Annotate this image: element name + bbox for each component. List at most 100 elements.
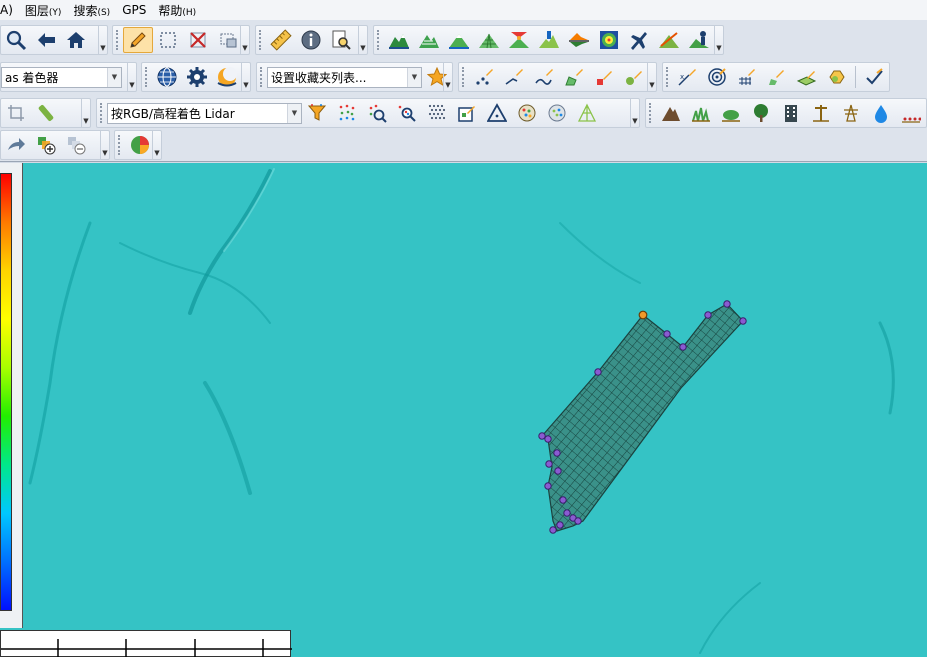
- shape-button[interactable]: [822, 64, 852, 90]
- funnel-filter-button[interactable]: [302, 100, 332, 126]
- toolbar-grip[interactable]: [100, 103, 104, 123]
- select-rectangle-icon: [160, 32, 176, 48]
- terrain-path-button[interactable]: [654, 27, 684, 53]
- home-button[interactable]: [61, 27, 91, 53]
- shader-select[interactable]: as 着色器 ▼: [1, 66, 122, 88]
- toolbar-overflow[interactable]: ▼: [240, 26, 249, 54]
- chevron-down-icon[interactable]: ▼: [287, 103, 301, 123]
- toolbar-overflow[interactable]: ▼: [241, 63, 250, 91]
- map-pencil-button[interactable]: [792, 64, 822, 90]
- active-vertex-handle[interactable]: [638, 310, 648, 320]
- toolbar-grip[interactable]: [666, 67, 669, 87]
- view-shed-button[interactable]: [504, 27, 534, 53]
- menu-item-file[interactable]: A): [0, 3, 19, 17]
- toolbar-grip[interactable]: [118, 135, 122, 155]
- menu-item-layer[interactable]: 图层(Y): [19, 2, 68, 19]
- slice-button[interactable]: [31, 100, 61, 126]
- tin-button[interactable]: [572, 100, 602, 126]
- digitize-edit-button[interactable]: [589, 64, 619, 90]
- check-button[interactable]: [859, 64, 889, 90]
- terrain-person-button[interactable]: [684, 27, 714, 53]
- measure-ruler-icon: [270, 29, 292, 51]
- chevron-down-icon[interactable]: ▼: [107, 67, 121, 87]
- toolbar-overflow[interactable]: ▼: [98, 26, 107, 54]
- chevron-down-icon[interactable]: ▼: [407, 67, 421, 87]
- toolbar-overflow[interactable]: ▼: [630, 99, 639, 127]
- toolbar-overflow[interactable]: ▼: [100, 131, 109, 159]
- noise-class-button[interactable]: [896, 100, 926, 126]
- pie-chart-button[interactable]: [125, 132, 155, 158]
- toolbar-grip[interactable]: [462, 67, 466, 87]
- forward-button[interactable]: [1, 132, 31, 158]
- back-button[interactable]: [31, 27, 61, 53]
- select-rectangle-button[interactable]: [153, 27, 183, 53]
- point-edit-button[interactable]: [452, 100, 482, 126]
- terrain-green-button[interactable]: [444, 27, 474, 53]
- terrain-contour-button[interactable]: [414, 27, 444, 53]
- grass-class-button[interactable]: [686, 100, 716, 126]
- lidar-color-select[interactable]: 按RGB/高程着色 Lidar ▼: [107, 102, 302, 124]
- tree-class-button[interactable]: [746, 100, 776, 126]
- coord-point-button[interactable]: x: [672, 64, 702, 90]
- terrain-profile-button[interactable]: [384, 27, 414, 53]
- terrain-volume-button[interactable]: [534, 27, 564, 53]
- add-layer-button[interactable]: [31, 132, 61, 158]
- crop-button[interactable]: [1, 100, 31, 126]
- ground-class-button[interactable]: [656, 100, 686, 126]
- cut-fill-button[interactable]: [564, 27, 594, 53]
- digitize-node-button[interactable]: [619, 64, 649, 90]
- toolbar-overflow[interactable]: ▼: [443, 63, 452, 91]
- globe-button[interactable]: [152, 64, 182, 90]
- point-search-button[interactable]: [392, 100, 422, 126]
- search-doc-button[interactable]: [326, 27, 356, 53]
- night-mode-button[interactable]: [212, 64, 242, 90]
- shrub-class-button[interactable]: [716, 100, 746, 126]
- flight-button[interactable]: [624, 27, 654, 53]
- toolbar-grip[interactable]: [377, 30, 381, 50]
- delete-button[interactable]: [183, 27, 213, 53]
- toolbar-overflow[interactable]: ▼: [127, 63, 136, 91]
- toolbar-overflow[interactable]: ▼: [714, 26, 723, 54]
- settings-button[interactable]: [182, 64, 212, 90]
- classify-button[interactable]: [512, 100, 542, 126]
- toolbar-grip[interactable]: [260, 67, 264, 87]
- tower-class-button[interactable]: [836, 100, 866, 126]
- digitize-points-button[interactable]: [469, 64, 499, 90]
- terrain-person-icon: [689, 31, 709, 48]
- toolbar-overflow[interactable]: ▼: [81, 99, 90, 127]
- toolbar-grip[interactable]: [649, 103, 653, 123]
- measure-button[interactable]: [266, 27, 296, 53]
- terrain-grid-button[interactable]: [474, 27, 504, 53]
- water-class-button[interactable]: [866, 100, 896, 126]
- toolbar-overflow[interactable]: ▼: [152, 131, 161, 159]
- edit-button[interactable]: [123, 27, 153, 53]
- zoom-button[interactable]: [1, 27, 31, 53]
- menu-item-help[interactable]: 帮助(H): [152, 2, 202, 19]
- grid-pencil-button[interactable]: [732, 64, 762, 90]
- building-class-button[interactable]: [776, 100, 806, 126]
- toolbar-grip[interactable]: [145, 67, 149, 87]
- menu-item-gps[interactable]: GPS: [116, 3, 152, 17]
- point-select-button[interactable]: [362, 100, 392, 126]
- toolbar-overflow[interactable]: ▼: [647, 63, 656, 91]
- target-button[interactable]: [702, 64, 732, 90]
- digitize-area-button[interactable]: [559, 64, 589, 90]
- favorites-select[interactable]: 设置收藏夹列表... ▼: [267, 66, 422, 88]
- remove-layer-button[interactable]: [61, 132, 91, 158]
- toolbar-overflow[interactable]: ▼: [358, 26, 367, 54]
- digitize-line-button[interactable]: [499, 64, 529, 90]
- toolbar-grip[interactable]: [259, 30, 263, 50]
- power-pole-class-button[interactable]: [806, 100, 836, 126]
- point-grid-button[interactable]: [422, 100, 452, 126]
- area-pencil-button[interactable]: [762, 64, 792, 90]
- triangle-button[interactable]: [482, 100, 512, 126]
- map-view[interactable]: [0, 163, 927, 657]
- elevation-map-button[interactable]: [594, 27, 624, 53]
- classify-2-button[interactable]: [542, 100, 572, 126]
- toolbar-grip[interactable]: [116, 30, 120, 50]
- select-overlay-button[interactable]: [213, 27, 243, 53]
- point-cloud-button[interactable]: [332, 100, 362, 126]
- info-button[interactable]: [296, 27, 326, 53]
- menu-item-search[interactable]: 搜索(S): [67, 2, 116, 19]
- digitize-curve-button[interactable]: [529, 64, 559, 90]
